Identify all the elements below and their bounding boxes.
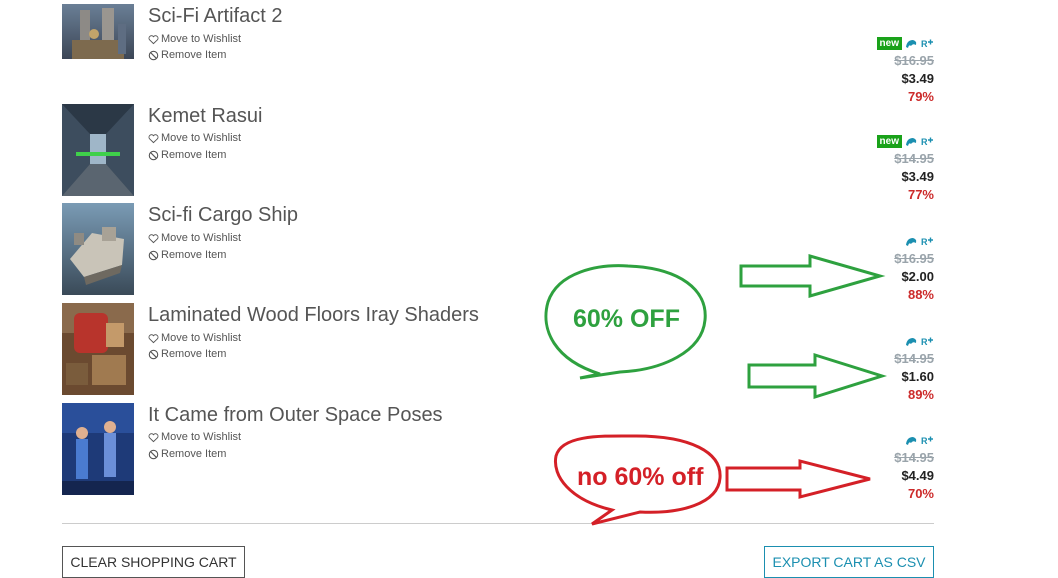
- wishlist-label: Move to Wishlist: [161, 132, 242, 144]
- move-to-wishlist-link[interactable]: Move to Wishlist: [148, 332, 241, 344]
- cart-item: It Came from Outer Space Poses Move to W…: [62, 403, 934, 501]
- product-title[interactable]: It Came from Outer Space Poses: [148, 404, 443, 427]
- product-title[interactable]: Sci-fi Cargo Ship: [148, 204, 298, 227]
- svg-text:R: R: [921, 237, 928, 247]
- genesis-icon: [905, 136, 918, 147]
- price-block: R $14.95 $4.49 70%: [814, 433, 934, 503]
- original-price: $16.95: [894, 251, 934, 266]
- ban-icon: [148, 150, 159, 161]
- product-thumbnail[interactable]: [62, 203, 134, 295]
- sale-price: $3.49: [901, 169, 934, 184]
- move-to-wishlist-link[interactable]: Move to Wishlist: [148, 232, 241, 244]
- move-to-wishlist-link[interactable]: Move to Wishlist: [148, 431, 241, 443]
- ban-icon: [148, 250, 159, 261]
- svg-text:R: R: [921, 137, 928, 147]
- ban-icon: [148, 449, 159, 460]
- badge-row: new R: [814, 134, 934, 148]
- wishlist-label: Move to Wishlist: [161, 232, 242, 244]
- cart-item: Kemet Rasui Move to Wishlist Remove Item…: [62, 104, 934, 202]
- new-badge: new: [876, 134, 902, 148]
- wishlist-label: Move to Wishlist: [161, 431, 242, 443]
- original-price: $14.95: [894, 351, 934, 366]
- product-thumbnail[interactable]: [62, 104, 134, 196]
- new-badge: new: [876, 36, 902, 50]
- genesis-icon: [905, 435, 918, 446]
- badge-row: R: [814, 234, 934, 248]
- daz-icon: R: [921, 136, 934, 147]
- daz-icon: R: [921, 38, 934, 49]
- genesis-icon: [905, 336, 918, 347]
- cart-divider: [62, 523, 934, 524]
- discount-percent: 77%: [907, 187, 934, 202]
- badge-row: R: [814, 433, 934, 447]
- heart-icon: [148, 333, 159, 344]
- svg-text:R: R: [921, 39, 928, 49]
- genesis-icon: [905, 38, 918, 49]
- svg-text:R: R: [921, 337, 928, 347]
- move-to-wishlist-link[interactable]: Move to Wishlist: [148, 132, 241, 144]
- remove-item-link[interactable]: Remove Item: [148, 49, 226, 61]
- ban-icon: [148, 349, 159, 360]
- sale-price: $1.60: [901, 369, 934, 384]
- discount-percent: 89%: [907, 387, 934, 402]
- export-cart-csv-button[interactable]: EXPORT CART AS CSV: [764, 546, 934, 578]
- ban-icon: [148, 50, 159, 61]
- remove-label: Remove Item: [161, 249, 227, 261]
- sale-price: $3.49: [901, 71, 934, 86]
- product-title[interactable]: Kemet Rasui: [148, 105, 263, 128]
- remove-label: Remove Item: [161, 348, 227, 360]
- remove-label: Remove Item: [161, 448, 227, 460]
- original-price: $14.95: [894, 450, 934, 465]
- remove-label: Remove Item: [161, 49, 227, 61]
- red-bubble-text: no 60% off: [577, 463, 704, 491]
- price-block: R $14.95 $1.60 89%: [814, 334, 934, 404]
- remove-item-link[interactable]: Remove Item: [148, 149, 226, 161]
- daz-icon: R: [921, 435, 934, 446]
- discount-percent: 70%: [907, 486, 934, 501]
- product-title[interactable]: Laminated Wood Floors Iray Shaders: [148, 304, 479, 327]
- cart-item: Sci-Fi Artifact 2 Move to Wishlist Remov…: [62, 4, 934, 104]
- cart-item: Laminated Wood Floors Iray Shaders Move …: [62, 303, 934, 402]
- remove-label: Remove Item: [161, 149, 227, 161]
- discount-percent: 88%: [907, 287, 934, 302]
- remove-item-link[interactable]: Remove Item: [148, 348, 226, 360]
- daz-icon: R: [921, 236, 934, 247]
- sale-price: $2.00: [901, 269, 934, 284]
- move-to-wishlist-link[interactable]: Move to Wishlist: [148, 33, 241, 45]
- original-price: $16.95: [894, 53, 934, 68]
- remove-item-link[interactable]: Remove Item: [148, 249, 226, 261]
- price-block: new R $14.95 $3.49 77%: [814, 134, 934, 204]
- original-price: $14.95: [894, 151, 934, 166]
- green-bubble-text: 60% OFF: [573, 305, 680, 333]
- wishlist-label: Move to Wishlist: [161, 332, 242, 344]
- clear-shopping-cart-button[interactable]: CLEAR SHOPPING CART: [62, 546, 245, 578]
- daz-icon: R: [921, 336, 934, 347]
- price-block: new R $16.95 $3.49 79%: [814, 36, 934, 106]
- product-title[interactable]: Sci-Fi Artifact 2: [148, 5, 282, 28]
- remove-item-link[interactable]: Remove Item: [148, 448, 226, 460]
- badge-row: R: [814, 334, 934, 348]
- badge-row: new R: [814, 36, 934, 50]
- heart-icon: [148, 233, 159, 244]
- svg-text:R: R: [921, 436, 928, 446]
- heart-icon: [148, 133, 159, 144]
- heart-icon: [148, 34, 159, 45]
- sale-price: $4.49: [901, 468, 934, 483]
- price-block: R $16.95 $2.00 88%: [814, 234, 934, 304]
- genesis-icon: [905, 236, 918, 247]
- product-thumbnail[interactable]: [62, 4, 134, 59]
- wishlist-label: Move to Wishlist: [161, 33, 242, 45]
- product-thumbnail[interactable]: [62, 403, 134, 495]
- product-thumbnail[interactable]: [62, 303, 134, 395]
- heart-icon: [148, 432, 159, 443]
- cart-item: Sci-fi Cargo Ship Move to Wishlist Remov…: [62, 203, 934, 302]
